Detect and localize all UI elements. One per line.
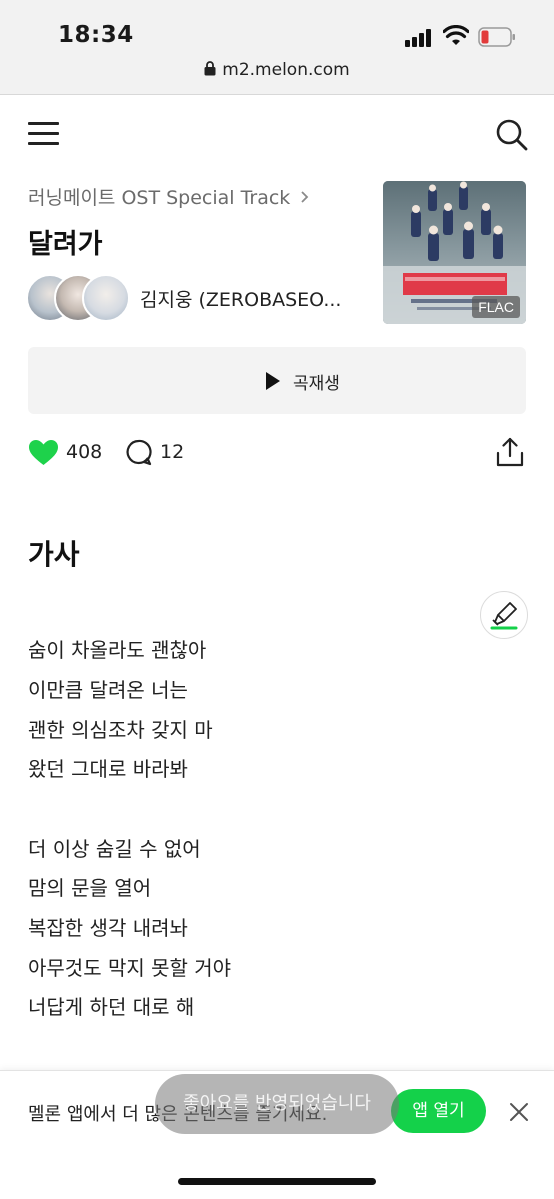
menu-button[interactable] <box>28 120 60 148</box>
play-button[interactable]: 곡재생 <box>28 347 526 414</box>
menu-icon-bar <box>28 132 59 135</box>
search-icon[interactable] <box>495 118 529 152</box>
open-app-button[interactable]: 앱 열기 <box>391 1089 486 1133</box>
highlight-lyrics-button[interactable] <box>480 591 528 639</box>
lyric-line: 이만큼 달려온 너는 <box>28 678 188 702</box>
share-icon[interactable] <box>494 436 526 468</box>
toast-message: 좋아요를 반영되었습니다 <box>155 1074 399 1134</box>
album-link[interactable]: 러닝메이트 OST Special Track <box>28 183 310 210</box>
battery-icon <box>478 27 515 47</box>
menu-icon-bar <box>28 142 59 145</box>
lyrics-heading: 가사 <box>28 538 80 571</box>
home-indicator <box>178 1178 376 1185</box>
close-icon[interactable] <box>508 1101 530 1123</box>
url-text: m2.melon.com <box>222 60 350 80</box>
menu-icon <box>28 122 59 125</box>
lyric-line: 괜한 의심조차 갖지 마 <box>28 718 213 742</box>
avatar <box>82 274 130 322</box>
chevron-right-icon <box>301 191 309 203</box>
signal-icon <box>405 29 433 47</box>
lyric-line: 숨이 차올라도 괜찮아 <box>28 638 207 662</box>
like-count: 408 <box>66 441 103 463</box>
comment-icon <box>126 439 152 466</box>
lyric-line: 맘의 문을 열어 <box>28 876 152 900</box>
heart-icon <box>29 440 58 465</box>
album-name: 러닝메이트 OST Special Track <box>28 187 291 209</box>
status-time: 18:34 <box>58 22 134 48</box>
wifi-icon <box>443 25 469 45</box>
highlighter-icon <box>490 602 518 630</box>
artist-avatars[interactable] <box>26 274 136 324</box>
quality-badge: FLAC <box>472 296 520 318</box>
lyric-line: 아무것도 막지 못할 거야 <box>28 956 232 980</box>
song-title: 달려가 <box>28 229 103 260</box>
lyric-line: 더 이상 숨길 수 없어 <box>28 837 201 861</box>
play-label: 곡재생 <box>293 374 340 394</box>
play-icon <box>266 372 280 390</box>
lyric-line: 너답게 하던 대로 해 <box>28 995 195 1019</box>
lyric-line: 왔던 그대로 바라봐 <box>28 757 188 781</box>
address-bar[interactable]: m2.melon.com <box>0 60 554 80</box>
comment-count: 12 <box>160 441 185 463</box>
comment-button[interactable]: 12 <box>125 438 195 468</box>
artist-name[interactable]: 김지웅 (ZEROBASEO... <box>140 285 341 312</box>
lock-icon <box>204 61 216 76</box>
album-cover[interactable]: FLAC <box>383 181 526 324</box>
browser-top-bar: 18:34 m2.melon.com <box>0 0 554 95</box>
lyric-line: 복잡한 생각 내려놔 <box>28 916 188 940</box>
